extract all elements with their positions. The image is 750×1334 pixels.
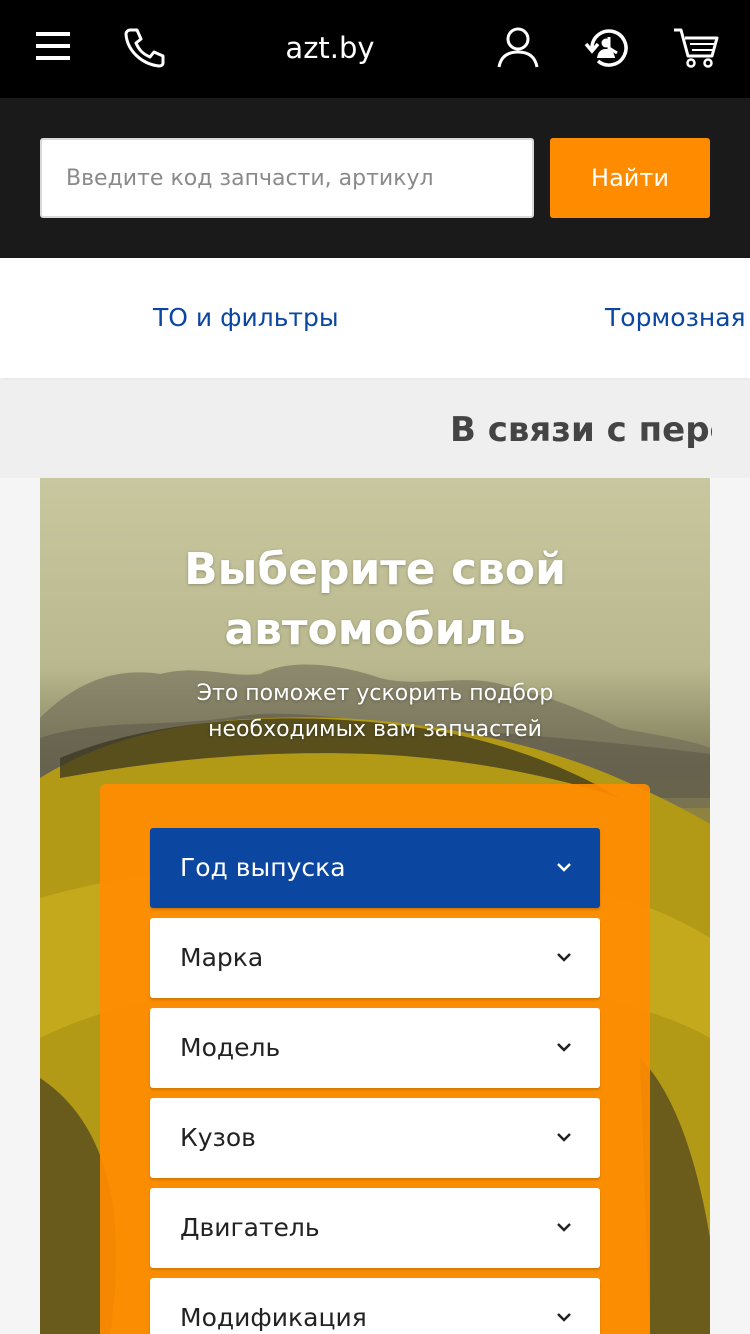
search-button[interactable]: Найти	[550, 138, 710, 218]
announcement-banner: В связи с пере	[0, 380, 750, 478]
hero-title-line-1: Выберите свой	[184, 544, 566, 595]
category-link-to-filters[interactable]: ТО и фильтры	[153, 300, 339, 336]
select-model[interactable]: Модель	[150, 1008, 600, 1088]
hero-title-line-2: автомобиль	[224, 604, 526, 655]
select-engine-label: Двигатель	[180, 1213, 320, 1242]
select-brand[interactable]: Марка	[150, 918, 600, 998]
select-brand-label: Марка	[180, 943, 264, 972]
category-nav: ТО и фильтры Тормозная	[0, 258, 750, 378]
chevron-down-icon	[556, 858, 572, 877]
cart-icon[interactable]	[672, 26, 720, 74]
select-model-label: Модель	[180, 1033, 281, 1062]
category-link-brakes[interactable]: Тормозная	[605, 300, 746, 336]
hero-subtitle-line-1: Это поможет ускорить подбор	[196, 681, 554, 706]
announcement-text: В связи с пере	[450, 410, 712, 450]
hero-subtitle-line-2: необходимых вам запчастей	[208, 717, 542, 742]
car-selector-hero: Выберите свой автомобиль Это поможет уск…	[40, 478, 710, 1334]
hero-title: Выберите свой автомобиль	[40, 540, 710, 660]
history-icon[interactable]	[584, 26, 630, 74]
site-title[interactable]: azt.by	[230, 28, 430, 68]
select-year[interactable]: Год выпуска	[150, 828, 600, 908]
user-icon[interactable]	[496, 26, 540, 74]
top-bar: azt.by	[0, 0, 750, 98]
search-bar: Найти	[0, 98, 750, 258]
search-input[interactable]	[40, 138, 534, 218]
hero-subtitle: Это поможет ускорить подбор необходимых …	[130, 676, 620, 748]
chevron-down-icon	[556, 1128, 572, 1147]
car-selector-panel: Год выпуска Марка Модель Кузов Двигатель	[100, 784, 650, 1334]
chevron-down-icon	[556, 1308, 572, 1327]
menu-icon[interactable]	[36, 30, 72, 66]
select-body[interactable]: Кузов	[150, 1098, 600, 1178]
chevron-down-icon	[556, 1218, 572, 1237]
select-modification[interactable]: Модификация	[150, 1278, 600, 1334]
select-modification-label: Модификация	[180, 1303, 367, 1332]
select-engine[interactable]: Двигатель	[150, 1188, 600, 1268]
chevron-down-icon	[556, 1038, 572, 1057]
phone-icon[interactable]	[122, 26, 166, 72]
chevron-down-icon	[556, 948, 572, 967]
select-year-label: Год выпуска	[180, 853, 346, 882]
select-body-label: Кузов	[180, 1123, 256, 1152]
